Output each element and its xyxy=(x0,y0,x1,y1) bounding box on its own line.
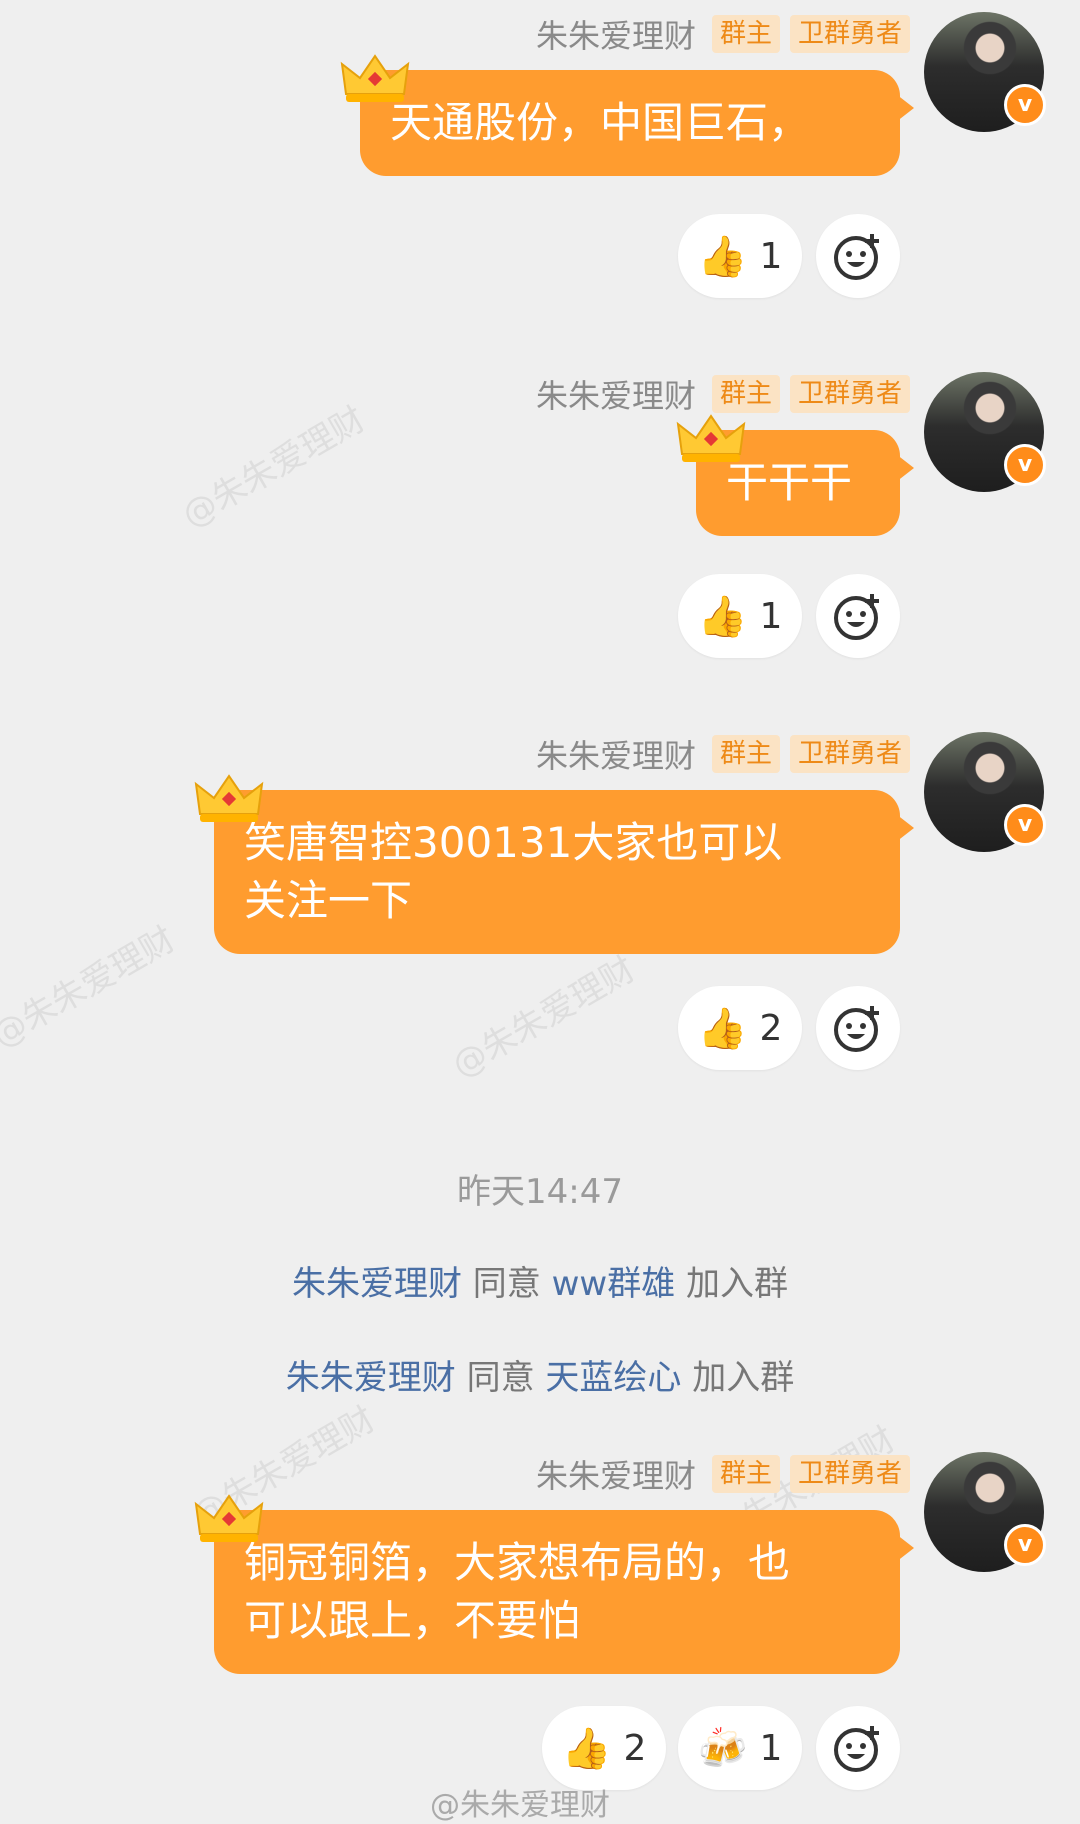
reaction-count: 1 xyxy=(759,235,783,277)
add-emoji-icon xyxy=(834,594,879,640)
join-suffix: 加入群 xyxy=(686,1264,789,1304)
reaction-count: 2 xyxy=(759,1007,783,1049)
weibo-watermark: @朱朱爱理财 xyxy=(430,1788,610,1823)
reaction-count: 1 xyxy=(759,1727,783,1769)
message-text-line: 笑唐智控300131大家也可以 xyxy=(244,818,783,867)
sender-name[interactable]: 朱朱爱理财 xyxy=(536,371,696,417)
reaction-thumbs-up[interactable]: 👍 2 xyxy=(542,1706,666,1790)
verified-badge-icon: v xyxy=(1004,84,1046,126)
approver-link[interactable]: 朱朱爱理财 xyxy=(286,1358,456,1398)
verified-badge-icon: v xyxy=(1004,1524,1046,1566)
verified-badge-icon: v xyxy=(1004,804,1046,846)
thumbs-up-icon: 👍 xyxy=(697,233,748,280)
role-tag-owner: 群主 xyxy=(711,735,780,773)
message-bubble[interactable]: 天通股份，中国巨石， xyxy=(360,70,914,176)
add-emoji-icon xyxy=(834,1726,879,1772)
new-member-link[interactable]: 天蓝绘心 xyxy=(545,1358,681,1398)
crown-icon xyxy=(194,1494,264,1542)
message-text-line: 天通股份，中国巨石， xyxy=(390,98,811,147)
approver-link[interactable]: 朱朱爱理财 xyxy=(292,1264,462,1304)
watermark: @朱朱爱理财 xyxy=(445,949,643,1086)
message-text-line: 可以跟上，不要怕 xyxy=(244,1596,581,1645)
role-tag-owner: 群主 xyxy=(711,1455,780,1493)
join-notice: 朱朱爱理财 同意 天蓝绘心 加入群 xyxy=(0,1350,1080,1399)
avatar[interactable]: v xyxy=(924,1452,1046,1572)
avatar[interactable]: v xyxy=(924,732,1046,852)
add-emoji-icon xyxy=(834,234,879,280)
message-bubble[interactable]: 铜冠铜箔，大家想布局的，也 可以跟上，不要怕 xyxy=(214,1510,914,1674)
watermark: @朱朱爱理财 xyxy=(175,399,373,536)
verified-badge-icon: v xyxy=(1004,444,1046,486)
sender-name[interactable]: 朱朱爱理财 xyxy=(536,731,696,777)
role-tag-owner: 群主 xyxy=(711,375,780,413)
reaction-thumbs-up[interactable]: 👍 2 xyxy=(678,986,802,1070)
role-tag-guardian: 卫群勇者 xyxy=(789,735,910,773)
message-bubble[interactable]: 笑唐智控300131大家也可以 关注一下 xyxy=(214,790,914,954)
role-tag-guardian: 卫群勇者 xyxy=(789,1455,910,1493)
reaction-thumbs-up[interactable]: 👍 1 xyxy=(678,574,802,658)
add-emoji-icon xyxy=(834,1006,879,1052)
message-text-line: 关注一下 xyxy=(244,876,413,925)
reaction-thumbs-up[interactable]: 👍 1 xyxy=(678,214,802,298)
sender-name[interactable]: 朱朱爱理财 xyxy=(536,11,696,57)
add-reaction-button[interactable] xyxy=(816,214,900,298)
add-reaction-button[interactable] xyxy=(816,986,900,1070)
join-verb: 同意 xyxy=(466,1358,535,1398)
role-tag-guardian: 卫群勇者 xyxy=(789,375,910,413)
reaction-beer[interactable]: 🍻 1 xyxy=(678,1706,802,1790)
join-suffix: 加入群 xyxy=(692,1358,795,1398)
watermark: @朱朱爱理财 xyxy=(0,919,183,1056)
crown-icon xyxy=(676,414,746,462)
add-reaction-button[interactable] xyxy=(816,1706,900,1790)
message-text-line: 铜冠铜箔，大家想布局的，也 xyxy=(244,1538,791,1587)
role-tag-owner: 群主 xyxy=(711,15,780,53)
avatar[interactable]: v xyxy=(924,12,1046,132)
crown-icon xyxy=(340,54,410,102)
reaction-count: 2 xyxy=(623,1727,647,1769)
thumbs-up-icon: 👍 xyxy=(561,1725,612,1772)
reaction-count: 1 xyxy=(759,595,783,637)
timestamp-divider: 昨天14:47 xyxy=(457,1172,623,1212)
message-text-line: 干干干 xyxy=(726,458,853,507)
add-reaction-button[interactable] xyxy=(816,574,900,658)
thumbs-up-icon: 👍 xyxy=(697,1005,748,1052)
new-member-link[interactable]: ww群雄 xyxy=(552,1264,676,1304)
sender-name[interactable]: 朱朱爱理财 xyxy=(536,1451,696,1497)
crown-icon xyxy=(194,774,264,822)
join-verb: 同意 xyxy=(472,1264,541,1304)
avatar[interactable]: v xyxy=(924,372,1046,492)
join-notice: 朱朱爱理财 同意 ww群雄 加入群 xyxy=(0,1256,1080,1305)
thumbs-up-icon: 👍 xyxy=(697,593,748,640)
beer-mugs-icon: 🍻 xyxy=(697,1725,748,1772)
role-tag-guardian: 卫群勇者 xyxy=(789,15,910,53)
